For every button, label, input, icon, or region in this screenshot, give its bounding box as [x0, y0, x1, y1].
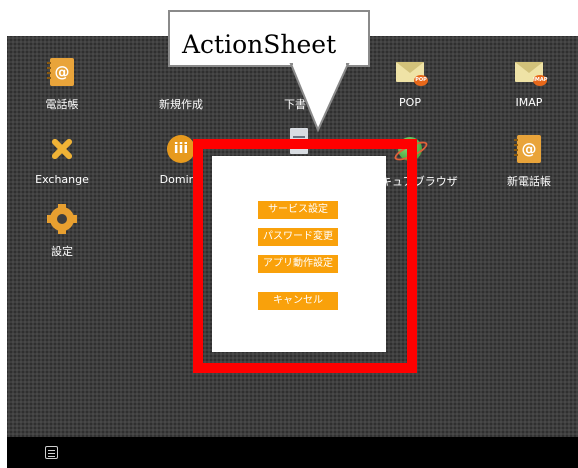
callout-tail: [289, 62, 350, 133]
